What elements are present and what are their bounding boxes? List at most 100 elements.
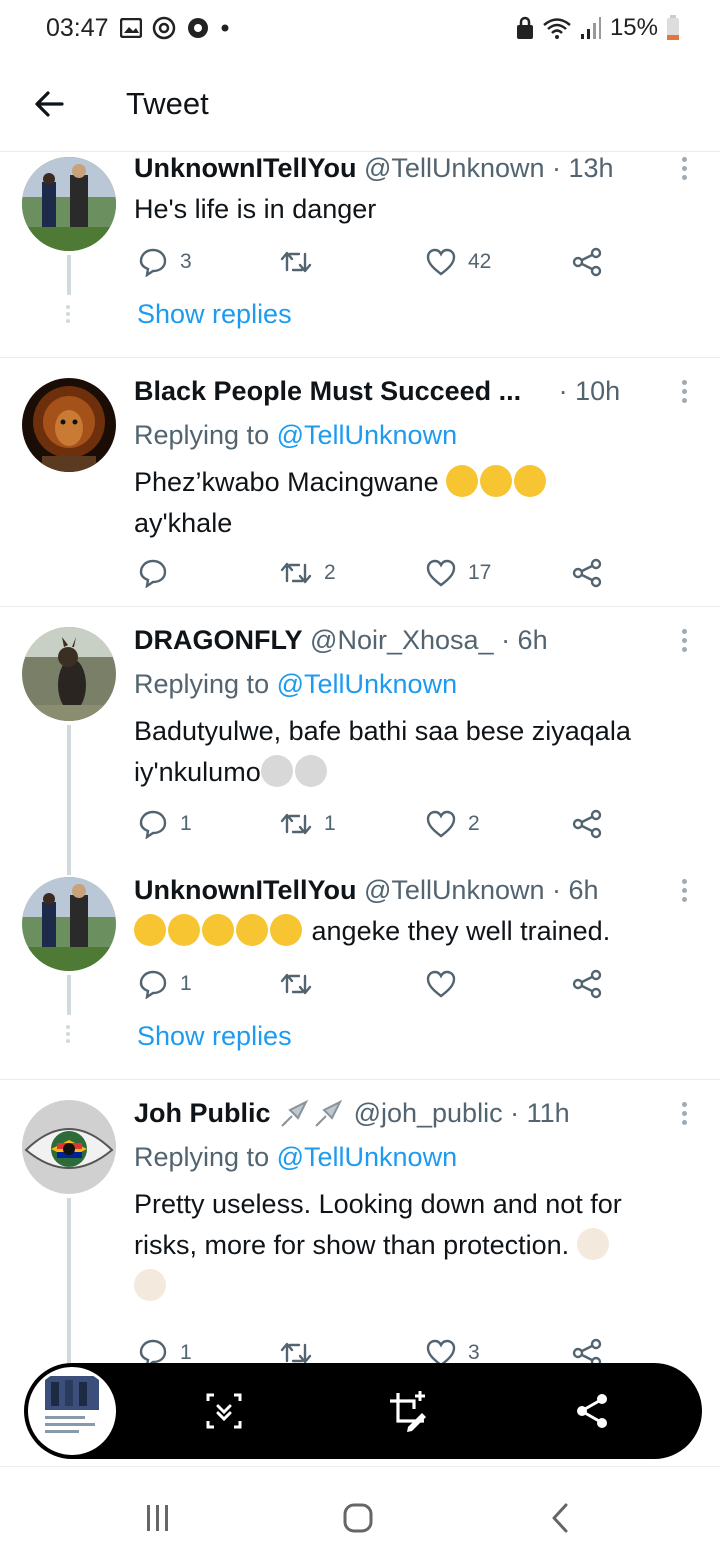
reply-button[interactable] [138,556,180,590]
avatar[interactable] [22,627,116,721]
reply-icon [139,810,167,839]
thread-dots [66,305,70,326]
home-icon[interactable] [338,1501,378,1537]
heart-icon [426,810,456,838]
replying-prefix: Replying to [134,420,270,450]
replying-prefix: Replying to [134,669,270,699]
retweet-icon [280,813,312,835]
show-replies-link[interactable]: Show replies [137,299,292,330]
avatar[interactable] [22,378,116,472]
avatar[interactable] [22,1100,116,1194]
tweet[interactable]: UnknownITellYou @TellUnknown · 13h He's … [0,153,720,357]
like-button[interactable]: 2 [426,807,480,841]
clown-emoji-icon [134,1269,166,1301]
user-handle[interactable]: @Noir_Xhosa_ [310,625,494,656]
like-button[interactable] [426,967,468,1001]
retweet-button[interactable]: 2 [280,556,336,590]
tweet-actions: 1 [134,967,614,1001]
replying-to-link[interactable]: @TellUnknown [277,420,457,450]
tweet[interactable]: UnknownITellYou @TellUnknown · 6h angeke… [0,871,720,1079]
share-icon [572,809,602,839]
tweet[interactable]: Joh Public @joh_public · 11h Replying to… [0,1080,720,1398]
heart-icon [426,248,456,276]
recents-icon[interactable] [138,1501,178,1537]
like-count: 17 [468,561,492,584]
share-button[interactable] [572,807,602,841]
heart-icon [426,970,456,998]
timestamp: · 11h [510,1097,570,1128]
screenshot-thumbnail[interactable] [28,1367,116,1455]
timestamp: · 6h [552,874,599,905]
signal-icon [580,17,601,39]
text-line: Phez’kwabo Macingwane [134,467,439,497]
display-name[interactable]: Joh Public [134,1098,271,1129]
reply-button[interactable]: 1 [138,967,192,1001]
replying-prefix: Replying to [134,1142,270,1172]
more-options-icon[interactable] [678,879,690,905]
tweet-header: UnknownITellYou @TellUnknown · 6h [134,873,599,907]
crop-edit-icon[interactable] [384,1387,432,1435]
display-name[interactable]: UnknownITellYou [134,875,357,906]
display-name[interactable]: DRAGONFLY [134,625,303,656]
retweet-button[interactable] [280,967,324,1001]
tweet-actions: 2 17 [134,556,614,590]
display-name[interactable]: Black People Must Succeed ... [134,376,521,407]
arrow-left-icon[interactable] [28,82,72,126]
retweet-count: 1 [324,812,336,835]
share-icon [572,558,602,588]
tweet-header: Joh Public @joh_public · 11h [134,1096,570,1130]
user-handle[interactable]: @joh_public [354,1098,503,1129]
retweet-count: 2 [324,561,336,584]
retweet-button[interactable] [280,245,324,279]
avatar[interactable] [22,157,116,251]
instagram-icon [152,16,176,40]
timestamp: · 13h [552,152,614,183]
show-replies-link[interactable]: Show replies [137,1021,292,1052]
tweet-actions: 3 42 [134,245,614,279]
thread-dots [66,1025,70,1046]
replying-to-link[interactable]: @TellUnknown [277,669,457,699]
share-icon[interactable] [568,1387,616,1435]
scroll-capture-icon[interactable] [200,1387,248,1435]
tweet-text: Phez’kwabo Macingwane ay'khale [134,462,704,544]
tears-of-joy-emoji-icon [236,914,268,946]
user-handle[interactable]: @TellUnknown [364,875,544,906]
more-options-icon[interactable] [678,380,690,406]
reply-icon [139,559,167,588]
status-bar: 03:47 15% [0,0,720,60]
share-button[interactable] [572,967,602,1001]
like-button[interactable]: 17 [426,556,491,590]
text-line: risks, more for show than protection. [134,1230,570,1260]
retweet-button[interactable]: 1 [280,807,336,841]
like-count: 42 [468,250,492,273]
replying-to: Replying to @TellUnknown [134,420,457,451]
share-icon [572,247,602,277]
back-icon[interactable] [540,1501,580,1537]
reply-icon [139,248,167,277]
display-name[interactable]: UnknownITellYou [134,153,357,184]
more-options-icon[interactable] [678,1102,690,1128]
text-line: angeke they well trained. [311,916,611,946]
thread-line [67,725,71,875]
user-handle[interactable]: @TellUnknown [364,153,544,184]
clown-emoji-icon [576,1228,609,1260]
dot-icon [221,24,229,32]
text-line: ay'khale [134,508,233,538]
more-options-icon[interactable] [678,157,690,183]
share-button[interactable] [572,556,602,590]
tweet[interactable]: Black People Must Succeed ... · 10h Repl… [0,358,720,606]
replying-to-link[interactable]: @TellUnknown [277,1142,457,1172]
system-icons: 15% [516,14,680,42]
reply-button[interactable]: 1 [138,807,192,841]
avatar[interactable] [22,877,116,971]
reply-icon [139,970,167,999]
tweet-actions: 1 1 2 [134,807,614,841]
tweet[interactable]: DRAGONFLY @Noir_Xhosa_ · 6h Replying to … [0,607,720,875]
tweet-text: angeke they well trained. [134,911,704,952]
share-button[interactable] [572,245,602,279]
reply-button[interactable]: 3 [138,245,192,279]
battery-icon [667,15,679,40]
syringe-icon [281,1099,309,1127]
more-options-icon[interactable] [678,629,690,655]
like-button[interactable]: 42 [426,245,491,279]
